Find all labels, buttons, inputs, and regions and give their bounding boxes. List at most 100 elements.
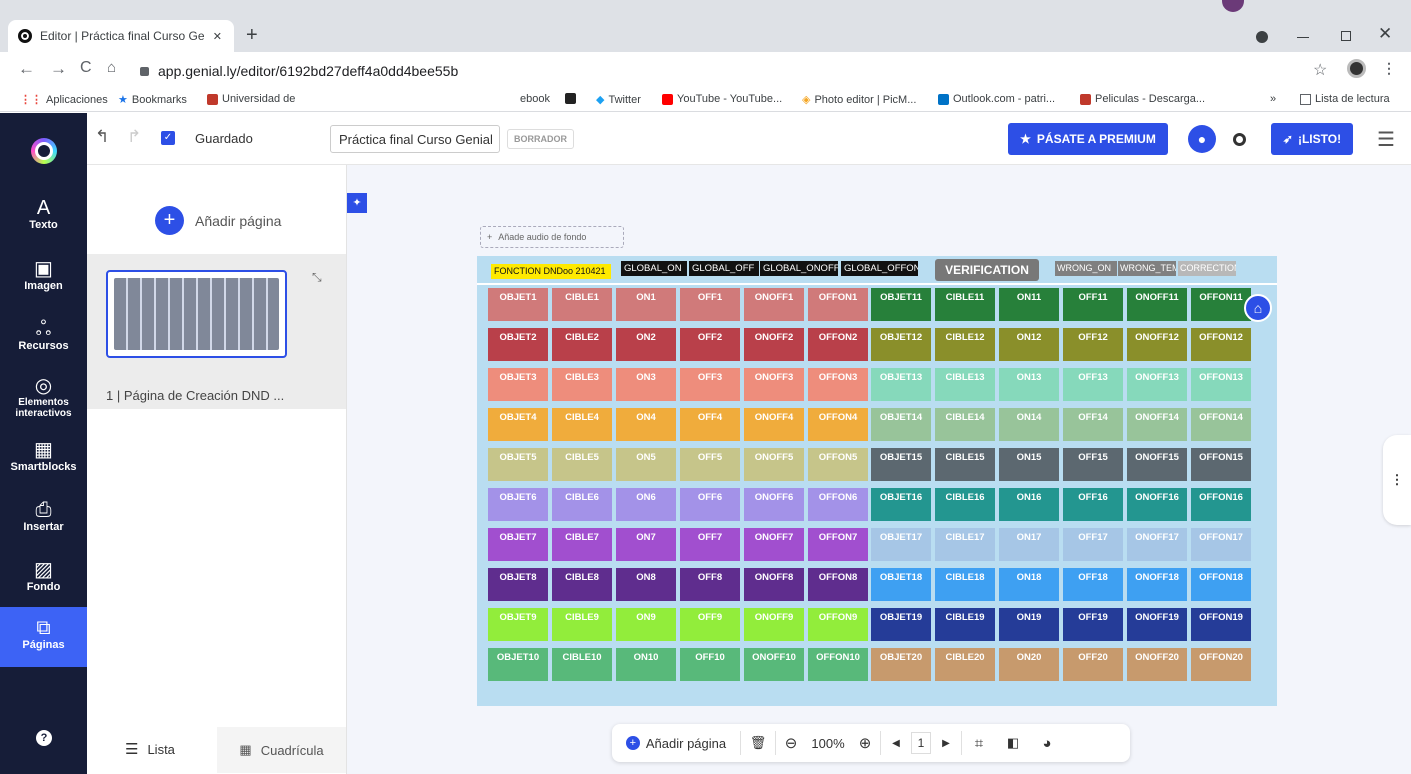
grid-cell-objet18[interactable]: OBJET18	[871, 568, 931, 601]
bookmark-unknown[interactable]	[565, 93, 576, 104]
reload-icon[interactable]: C	[80, 59, 92, 77]
grid-cell-off20[interactable]: OFF20	[1063, 648, 1123, 681]
page-item[interactable]: ⤡ 1 | Página de Creación DND ...	[87, 254, 346, 409]
grid-cell-off10[interactable]: OFF10	[680, 648, 740, 681]
grid-cell-off16[interactable]: OFF16	[1063, 488, 1123, 521]
grid-cell-on13[interactable]: ON13	[999, 368, 1059, 401]
grid-cell-on16[interactable]: ON16	[999, 488, 1059, 521]
home-icon[interactable]: ⌂	[107, 59, 116, 76]
grid-cell-onoff11[interactable]: ONOFF11	[1127, 288, 1187, 321]
grid-cell-off4[interactable]: OFF4	[680, 408, 740, 441]
grid-cell-cible5[interactable]: CIBLE5	[552, 448, 612, 481]
grid-cell-offon4[interactable]: OFFON4	[808, 408, 868, 441]
grid-cell-onoff6[interactable]: ONOFF6	[744, 488, 804, 521]
grid-cell-off6[interactable]: OFF6	[680, 488, 740, 521]
grid-cell-off12[interactable]: OFF12	[1063, 328, 1123, 361]
prev-page-icon[interactable]: ◀	[881, 724, 911, 762]
layout-icon[interactable]: ◧	[996, 724, 1030, 762]
bookmark-bookmarks[interactable]: ★ Bookmarks	[118, 93, 187, 107]
grid-cell-off7[interactable]: OFF7	[680, 528, 740, 561]
premium-button[interactable]: ★ PÁSATE A PREMIUM	[1008, 123, 1168, 155]
grid-cell-on12[interactable]: ON12	[999, 328, 1059, 361]
grid-cell-on11[interactable]: ON11	[999, 288, 1059, 321]
sidebar-item-interactive[interactable]: ◎ Elementos interactivos	[0, 375, 87, 419]
grid-cell-onoff17[interactable]: ONOFF17	[1127, 528, 1187, 561]
pin-icon[interactable]: ✦	[347, 193, 367, 213]
help-icon[interactable]: ?	[36, 730, 52, 746]
profile-avatar[interactable]	[1347, 59, 1366, 78]
grid-cell-objet5[interactable]: OBJET5	[488, 448, 548, 481]
grid-cell-cible16[interactable]: CIBLE16	[935, 488, 995, 521]
background-audio-button[interactable]: + Añade audio de fondo	[480, 226, 624, 248]
grid-cell-off17[interactable]: OFF17	[1063, 528, 1123, 561]
more-bookmarks[interactable]: »	[1270, 93, 1276, 105]
add-page-button[interactable]: + Añadir página	[612, 724, 740, 762]
next-page-icon[interactable]: ▶	[931, 724, 961, 762]
fonction-label[interactable]: FONCTION DNDoo 210421	[491, 264, 611, 279]
grid-cell-on20[interactable]: ON20	[999, 648, 1059, 681]
zoom-in-icon[interactable]: ⊕	[850, 724, 880, 762]
genially-board[interactable]: FONCTION DNDoo 210421 GLOBAL_ON GLOBAL_O…	[477, 256, 1277, 706]
grid-cell-offon12[interactable]: OFFON12	[1191, 328, 1251, 361]
grid-cell-cible17[interactable]: CIBLE17	[935, 528, 995, 561]
grid-cell-objet15[interactable]: OBJET15	[871, 448, 931, 481]
grid-cell-offon2[interactable]: OFFON2	[808, 328, 868, 361]
wrong-tem-label[interactable]: WRONG_TEM	[1118, 261, 1176, 276]
grid-cell-objet1[interactable]: OBJET1	[488, 288, 548, 321]
wrong-on-label[interactable]: WRONG_ON	[1055, 261, 1117, 276]
grid-cell-off2[interactable]: OFF2	[680, 328, 740, 361]
grid-cell-objet2[interactable]: OBJET2	[488, 328, 548, 361]
global-off-button[interactable]: GLOBAL_OFF	[689, 261, 759, 276]
close-window-icon[interactable]: ✕	[1378, 24, 1392, 44]
grid-cell-objet11[interactable]: OBJET11	[871, 288, 931, 321]
global-on-button[interactable]: GLOBAL_ON	[621, 261, 687, 276]
sidebar-item-resources[interactable]: ஃ Recursos	[0, 318, 87, 352]
grid-cell-off9[interactable]: OFF9	[680, 608, 740, 641]
page-options-icon[interactable]: ⤡	[312, 270, 322, 285]
grid-cell-objet4[interactable]: OBJET4	[488, 408, 548, 441]
grid-cell-off1[interactable]: OFF1	[680, 288, 740, 321]
bookmark-youtube[interactable]: YouTube - YouTube...	[662, 93, 782, 105]
home-button-icon[interactable]: ⌂	[1244, 294, 1272, 322]
grid-cell-onoff1[interactable]: ONOFF1	[744, 288, 804, 321]
grid-cell-off8[interactable]: OFF8	[680, 568, 740, 601]
add-page-plus-icon[interactable]: +	[155, 206, 184, 235]
restore-window-icon[interactable]	[1341, 31, 1351, 41]
close-tab-icon[interactable]: ✕	[213, 30, 222, 43]
bookmark-facebook[interactable]: ebook	[520, 93, 550, 105]
grid-cell-cible15[interactable]: CIBLE15	[935, 448, 995, 481]
browser-tab[interactable]: Editor | Práctica final Curso Genia ✕	[8, 20, 234, 52]
grid-cell-objet9[interactable]: OBJET9	[488, 608, 548, 641]
grid-cell-on8[interactable]: ON8	[616, 568, 676, 601]
bookmark-apps[interactable]: ⋮⋮ Aplicaciones	[20, 93, 108, 107]
grid-cell-onoff2[interactable]: ONOFF2	[744, 328, 804, 361]
minimize-window-icon[interactable]	[1297, 37, 1309, 38]
global-onoff-button[interactable]: GLOBAL_ONOFF	[760, 261, 838, 276]
tab-search-icon[interactable]	[1256, 31, 1268, 43]
grid-cell-onoff15[interactable]: ONOFF15	[1127, 448, 1187, 481]
collaborators-icon[interactable]: ●	[1188, 125, 1216, 153]
grid-cell-onoff3[interactable]: ONOFF3	[744, 368, 804, 401]
grid-cell-objet13[interactable]: OBJET13	[871, 368, 931, 401]
title-input[interactable]: Práctica final Curso Genial	[330, 125, 500, 153]
grid-cell-offon8[interactable]: OFFON8	[808, 568, 868, 601]
grid-cell-offon3[interactable]: OFFON3	[808, 368, 868, 401]
grid-cell-on14[interactable]: ON14	[999, 408, 1059, 441]
grid-cell-cible14[interactable]: CIBLE14	[935, 408, 995, 441]
bookmark-twitter[interactable]: ◆ Twitter	[596, 93, 641, 107]
grid-cell-cible11[interactable]: CIBLE11	[935, 288, 995, 321]
sidebar-item-background[interactable]: ▨ Fondo	[0, 559, 87, 593]
grid-cell-offon14[interactable]: OFFON14	[1191, 408, 1251, 441]
grid-cell-offon15[interactable]: OFFON15	[1191, 448, 1251, 481]
grid-cell-offon19[interactable]: OFFON19	[1191, 608, 1251, 641]
grid-cell-offon16[interactable]: OFFON16	[1191, 488, 1251, 521]
bookmark-universidad[interactable]: Universidad de	[207, 93, 295, 105]
global-offon-button[interactable]: GLOBAL_OFFON	[841, 261, 918, 276]
grid-cell-on5[interactable]: ON5	[616, 448, 676, 481]
grid-cell-cible1[interactable]: CIBLE1	[552, 288, 612, 321]
grid-cell-offon1[interactable]: OFFON1	[808, 288, 868, 321]
grid-cell-onoff19[interactable]: ONOFF19	[1127, 608, 1187, 641]
redo-icon[interactable]: ↱	[127, 127, 141, 147]
grid-cell-objet3[interactable]: OBJET3	[488, 368, 548, 401]
grid-cell-onoff16[interactable]: ONOFF16	[1127, 488, 1187, 521]
